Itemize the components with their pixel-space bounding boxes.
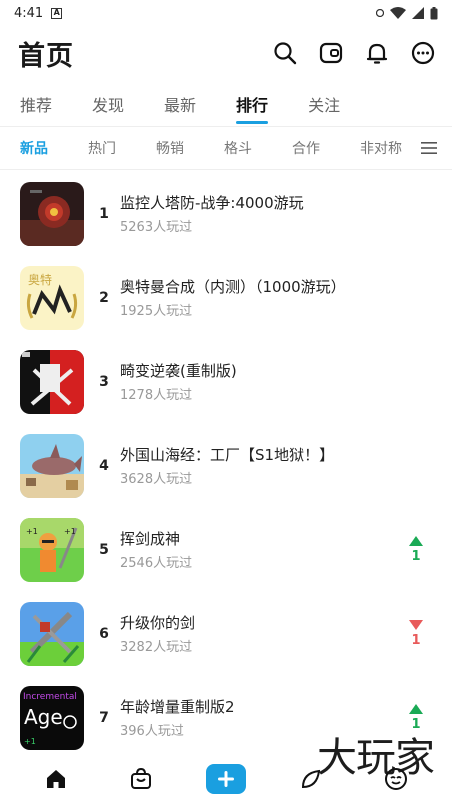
trend-up-icon xyxy=(409,704,423,714)
list-item[interactable]: 1 监控人塔防-战争:4000游玩 5263人玩过 xyxy=(0,172,452,256)
nav-community-leaf-icon[interactable] xyxy=(291,759,331,799)
game-title: 奥特曼合成（内测）（1000游玩） xyxy=(120,278,346,296)
nav-home-icon[interactable] xyxy=(36,759,76,799)
list-item[interactable]: 6 升级你的剑 3282人玩过 1 xyxy=(0,592,452,676)
player-count: 3628人玩过 xyxy=(120,472,193,487)
rank-number: 4 xyxy=(99,458,109,474)
category-menu-icon[interactable] xyxy=(406,127,452,169)
signal-dot-icon xyxy=(376,9,384,17)
rank-number: 7 xyxy=(99,710,109,726)
svg-text:Age: Age xyxy=(24,705,63,729)
wallet-icon[interactable] xyxy=(318,40,344,66)
svg-text:奥特: 奥特 xyxy=(28,272,52,287)
page-title: 首页 xyxy=(18,40,74,72)
tab-follow[interactable]: 关注 xyxy=(308,80,340,116)
rank-number: 2 xyxy=(99,290,109,306)
rank-number: 5 xyxy=(99,542,109,558)
app-header: 首页 xyxy=(0,26,452,80)
game-title: 监控人塔防-战争:4000游玩 xyxy=(120,194,304,212)
game-title: 外国山海经：工厂【S1地狱！】 xyxy=(120,446,335,464)
rank-trend: 1 xyxy=(396,620,436,648)
trend-change: 1 xyxy=(411,549,421,564)
tab-ranking[interactable]: 排行 xyxy=(236,80,269,124)
list-item[interactable]: 奥特 2 奥特曼合成（内测）（1000游玩） 1925人玩过 xyxy=(0,256,452,340)
game-thumbnail xyxy=(20,602,84,666)
main-tabs: 推荐 发现 最新 排行 关注 xyxy=(0,80,452,126)
subtab-new[interactable]: 新品 xyxy=(20,138,48,158)
game-thumbnail xyxy=(20,350,84,414)
nav-store-bag-icon[interactable] xyxy=(121,759,161,799)
sub-tabs: 新品 热门 畅销 格斗 合作 非对称 xyxy=(0,126,452,170)
status-time: 4:41 xyxy=(14,5,44,21)
status-bar: 4:41 A xyxy=(0,0,452,26)
search-icon[interactable] xyxy=(272,40,298,66)
trend-down-icon xyxy=(409,620,423,630)
svg-text:+1: +1 xyxy=(26,527,38,536)
nav-profile-icon[interactable] xyxy=(376,759,416,799)
list-item[interactable]: 3 畸变逆袭(重制版) 1278人玩过 xyxy=(0,340,452,424)
svg-text:Incremental: Incremental xyxy=(23,692,77,702)
player-count: 1925人玩过 xyxy=(120,304,193,319)
trend-change: 1 xyxy=(411,633,421,648)
game-thumbnail: Incremental Age +1 xyxy=(20,686,84,750)
player-count: 3282人玩过 xyxy=(120,640,193,655)
bell-icon[interactable] xyxy=(364,40,390,66)
list-item[interactable]: +1 +1 5 挥剑成神 2546人玩过 1 xyxy=(0,508,452,592)
rank-trend: 1 xyxy=(396,536,436,564)
battery-icon xyxy=(430,6,438,19)
player-count: 1278人玩过 xyxy=(120,388,193,403)
subtab-hot[interactable]: 热门 xyxy=(88,138,116,158)
subtab-fighting[interactable]: 格斗 xyxy=(224,138,252,158)
trend-change: 1 xyxy=(411,717,421,732)
nav-create-button[interactable] xyxy=(205,759,246,799)
tab-discover[interactable]: 发现 xyxy=(92,80,124,116)
plus-icon xyxy=(205,764,246,794)
list-item[interactable]: 4 外国山海经：工厂【S1地狱！】 3628人玩过 xyxy=(0,424,452,508)
subtab-asymmetric[interactable]: 非对称 xyxy=(360,138,402,158)
list-item[interactable]: Incremental Age +1 7 年龄增量重制版2 396人玩过 1 xyxy=(0,676,452,760)
rank-number: 3 xyxy=(99,374,109,390)
subtab-coop[interactable]: 合作 xyxy=(292,138,320,158)
more-chat-icon[interactable] xyxy=(410,40,436,66)
a-icon: A xyxy=(51,7,63,19)
svg-text:+1: +1 xyxy=(64,527,76,536)
rank-number: 6 xyxy=(99,626,109,642)
game-thumbnail: +1 +1 xyxy=(20,518,84,582)
tab-latest[interactable]: 最新 xyxy=(164,80,196,116)
game-title: 挥剑成神 xyxy=(120,530,181,548)
rank-number: 1 xyxy=(99,206,109,222)
tab-recommend[interactable]: 推荐 xyxy=(20,80,52,116)
rank-trend: 1 xyxy=(396,704,436,732)
game-thumbnail xyxy=(20,434,84,498)
subtab-bestseller[interactable]: 畅销 xyxy=(156,138,184,158)
game-title: 畸变逆袭(重制版) xyxy=(120,362,237,380)
game-title: 升级你的剑 xyxy=(120,614,196,632)
player-count: 5263人玩过 xyxy=(120,220,193,235)
svg-text:+1: +1 xyxy=(24,737,36,746)
ranking-list: 1 监控人塔防-战争:4000游玩 5263人玩过 奥特 2 奥特曼合成（内测）… xyxy=(0,172,452,760)
player-count: 396人玩过 xyxy=(120,724,184,739)
bottom-nav xyxy=(0,755,452,803)
cell-signal-icon xyxy=(412,7,424,19)
game-thumbnail xyxy=(20,182,84,246)
game-thumbnail: 奥特 xyxy=(20,266,84,330)
player-count: 2546人玩过 xyxy=(120,556,193,571)
trend-up-icon xyxy=(409,536,423,546)
wifi-icon xyxy=(390,7,406,19)
game-title: 年龄增量重制版2 xyxy=(120,698,235,716)
